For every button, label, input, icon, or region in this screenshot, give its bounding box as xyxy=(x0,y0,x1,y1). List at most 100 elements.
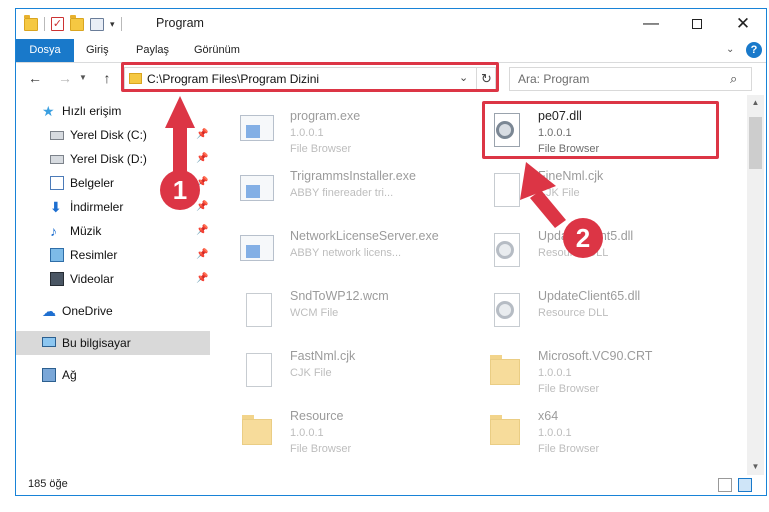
window-title: Program xyxy=(156,16,204,30)
file-name: Microsoft.VC90.CRT xyxy=(538,349,653,363)
pictures-icon xyxy=(50,248,64,262)
documents-icon xyxy=(50,176,64,190)
maximize-icon xyxy=(692,18,702,29)
file-name: FastNml.cjk xyxy=(290,349,356,363)
item-count: 185 öğe xyxy=(28,478,68,490)
file-tile[interactable]: program.exe 1.0.0.1 File Browser xyxy=(238,105,478,163)
file-detail: CJK File xyxy=(538,187,580,199)
new-folder-icon[interactable] xyxy=(70,14,84,31)
sidebar-item-label: Yerel Disk (C:) xyxy=(70,128,147,142)
file-icon xyxy=(486,171,526,217)
sidebar-item-onedrive[interactable]: ☁ OneDrive xyxy=(16,299,210,323)
folder-tile[interactable]: x64 1.0.0.1 File Browser xyxy=(486,405,726,463)
exe-icon xyxy=(238,231,278,277)
toolbar-divider xyxy=(44,17,45,31)
file-detail: File Browser xyxy=(290,443,352,455)
status-bar: 185 öğe xyxy=(16,475,766,495)
disk-icon xyxy=(50,131,64,140)
file-detail: WCM File xyxy=(290,307,339,319)
sidebar-item-pictures[interactable]: Resimler 📌 xyxy=(16,243,210,267)
folder-icon xyxy=(238,411,278,457)
file-tile[interactable]: NetworkLicenseServer.exe ABBY network li… xyxy=(238,225,478,283)
file-name: TrigrammsInstaller.exe xyxy=(290,169,416,183)
pin-icon[interactable]: 📌 xyxy=(196,219,208,243)
file-name: x64 xyxy=(538,409,559,423)
file-detail: 1.0.0.1 xyxy=(538,427,572,439)
sidebar-item-network[interactable]: Ağ xyxy=(16,363,210,387)
file-tile[interactable]: UpdateClient5.dll Resource DLL xyxy=(486,225,726,283)
file-tile[interactable]: SndToWP12.wcm WCM File xyxy=(238,285,478,343)
file-name: NetworkLicenseServer.exe xyxy=(290,229,439,243)
sidebar-item-music[interactable]: ♪ Müzik 📌 xyxy=(16,219,210,243)
sidebar-item-disk-d[interactable]: Yerel Disk (D:) 📌 xyxy=(16,147,210,171)
sidebar-item-label: Belgeler xyxy=(70,176,115,190)
details-view-icon[interactable] xyxy=(718,478,732,492)
exe-icon xyxy=(238,111,278,157)
customize-icon[interactable] xyxy=(90,17,104,31)
forward-button[interactable]: → xyxy=(54,67,76,89)
file-tile[interactable]: FastNml.cjk CJK File xyxy=(238,345,478,403)
title-bar: ✓ ▾ Program — ✕ xyxy=(16,9,766,39)
exe-icon xyxy=(238,171,278,217)
file-name: Resource xyxy=(290,409,344,423)
file-detail: 1.0.0.1 xyxy=(290,127,324,139)
file-highlight xyxy=(482,101,719,159)
sidebar-item-disk-c[interactable]: Yerel Disk (C:) 📌 xyxy=(16,123,210,147)
file-detail: File Browser xyxy=(538,383,600,395)
pin-icon[interactable]: 📌 xyxy=(196,147,208,171)
sidebar-item-this-pc[interactable]: Bu bilgisayar xyxy=(16,331,210,355)
file-detail: File Browser xyxy=(290,143,352,155)
properties-check-icon[interactable]: ✓ xyxy=(51,17,64,31)
file-detail: CJK File xyxy=(290,367,332,379)
ribbon-tabs: Dosya Giriş Paylaş Görünüm ⌄ ? xyxy=(16,39,766,63)
sidebar-item-label: Hızlı erişim xyxy=(62,104,122,118)
search-input[interactable]: Ara: Program ⌕ xyxy=(509,67,752,91)
tab-file[interactable]: Dosya xyxy=(16,39,74,62)
sidebar-item-quick-access[interactable]: ★ Hızlı erişim xyxy=(16,99,210,123)
videos-icon xyxy=(50,272,64,286)
file-tile[interactable]: TrigrammsInstaller.exe ABBY finereader t… xyxy=(238,165,478,223)
file-detail: File Browser xyxy=(538,443,600,455)
file-tile[interactable]: FineNml.cjk CJK File xyxy=(486,165,726,223)
file-tile[interactable]: UpdateClient65.dll Resource DLL xyxy=(486,285,726,343)
pin-icon[interactable]: 📌 xyxy=(196,123,208,147)
tiles-view-icon[interactable] xyxy=(738,478,752,492)
navigation-pane: ★ Hızlı erişim Yerel Disk (C:) 📌 Yerel D… xyxy=(16,95,212,475)
onedrive-icon: ☁ xyxy=(42,303,56,319)
step-2-badge: 2 xyxy=(563,218,603,258)
minimize-button[interactable]: — xyxy=(628,9,674,39)
dll-gear-icon xyxy=(486,291,526,337)
scroll-up-icon[interactable]: ▲ xyxy=(747,95,764,111)
network-icon xyxy=(42,368,56,382)
computer-icon xyxy=(42,337,56,347)
pin-icon[interactable]: 📌 xyxy=(196,267,208,291)
file-name: SndToWP12.wcm xyxy=(290,289,389,303)
scroll-thumb[interactable] xyxy=(749,117,762,169)
tab-view[interactable]: Görünüm xyxy=(194,39,240,62)
expand-ribbon-icon[interactable]: ⌄ xyxy=(726,44,734,55)
qat-dropdown-icon[interactable]: ▾ xyxy=(110,19,115,30)
sidebar-item-label: Videolar xyxy=(70,272,114,286)
tab-home[interactable]: Giriş xyxy=(86,39,109,62)
pin-icon[interactable]: 📌 xyxy=(196,243,208,267)
close-button[interactable]: ✕ xyxy=(720,9,766,39)
search-placeholder: Ara: Program xyxy=(518,72,590,86)
help-icon[interactable]: ? xyxy=(746,42,762,58)
tab-share[interactable]: Paylaş xyxy=(136,39,169,62)
scroll-down-icon[interactable]: ▼ xyxy=(747,459,764,475)
file-detail: ABBY finereader tri... xyxy=(290,187,394,199)
file-name: program.exe xyxy=(290,109,361,123)
back-button[interactable]: ← xyxy=(24,67,46,89)
disk-icon xyxy=(50,155,64,164)
recent-locations-icon[interactable]: ▼ xyxy=(76,67,90,89)
up-button[interactable]: ↑ xyxy=(96,67,118,89)
vertical-scrollbar[interactable]: ▲ ▼ xyxy=(747,95,764,475)
file-icon xyxy=(238,291,278,337)
folder-tile[interactable]: Resource 1.0.0.1 File Browser xyxy=(238,405,478,463)
folder-tile[interactable]: Microsoft.VC90.CRT 1.0.0.1 File Browser xyxy=(486,345,726,403)
search-icon[interactable]: ⌕ xyxy=(730,71,737,87)
folder-icon xyxy=(486,351,526,397)
file-name: FineNml.cjk xyxy=(538,169,604,183)
sidebar-item-videos[interactable]: Videolar 📌 xyxy=(16,267,210,291)
maximize-button[interactable] xyxy=(674,9,720,39)
